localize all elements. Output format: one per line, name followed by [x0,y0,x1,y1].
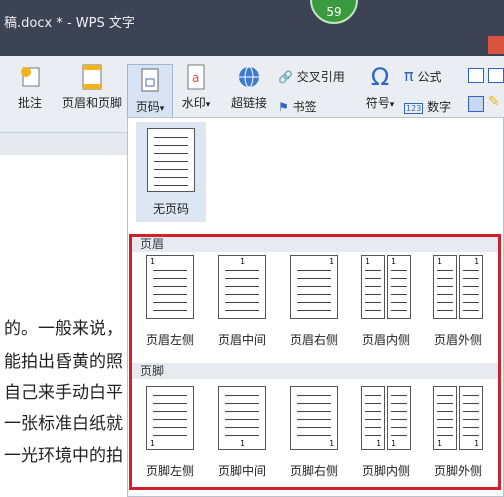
header-footer-label: 页眉和页脚 [61,96,122,110]
omega-icon: Ω [370,63,390,91]
no-page-number-option[interactable]: 无页码 [136,122,206,222]
comment-button[interactable]: 批注 [12,64,48,126]
number-button[interactable]: 123 数字 [404,98,451,115]
number-icon: 123 [404,103,424,114]
cross-reference-icon: 🔗 [278,70,293,84]
no-page-number-label: 无页码 [152,202,189,216]
title-bar: 稿.docx * - WPS 文字 59 [0,0,504,56]
page-number-icon [141,68,159,92]
svg-text:a: a [192,71,199,85]
pi-icon: π [404,66,414,85]
object-icon[interactable] [468,96,484,112]
number-label: 数字 [427,100,452,114]
document-line: 一张标准白纸就 [4,414,123,434]
document-line: 自己来手动白平 [4,383,123,403]
document-line: 一光环境中的拍 [4,446,123,466]
window-control-button[interactable] [488,36,504,54]
hyperlink-label: 超链接 [230,96,267,110]
chevron-down-icon: ▾ [389,100,395,110]
pencil-icon[interactable]: ✎ [488,94,500,110]
chevron-down-icon: ▾ [159,104,165,114]
watermark-icon: a [187,64,205,90]
field-icon[interactable] [468,68,484,83]
chevron-down-icon: ▾ [205,100,211,110]
notification-badge[interactable]: 59 [310,0,358,24]
globe-link-icon [239,66,259,88]
window-title: 稿.docx * - WPS 文字 [4,16,135,31]
formula-button[interactable]: π 公式 [404,66,441,85]
bookmark-button[interactable]: ⚑ 书签 [278,98,317,115]
cross-reference-label: 交叉引用 [296,70,345,84]
comment-icon [21,67,40,87]
bookmark-icon: ⚑ [278,100,289,114]
bookmark-label: 书签 [292,100,317,114]
checkbox-icon[interactable] [488,68,504,83]
watermark-label: 水印 [181,96,206,110]
header-footer-button[interactable]: 页眉和页脚 [60,64,124,126]
symbol-label: 符号 [365,96,390,110]
cross-reference-button[interactable]: 🔗 交叉引用 [278,68,345,85]
highlight-annotation-box [129,234,501,490]
document-line: 能拍出昏黄的照 [4,352,123,372]
page-number-label: 页码 [135,100,160,114]
comment-label: 批注 [17,96,42,110]
document-line: 的。一般来说， [4,319,123,339]
header-footer-icon [82,64,102,90]
formula-label: 公式 [417,70,442,84]
no-page-number-thumbnail [147,128,195,192]
